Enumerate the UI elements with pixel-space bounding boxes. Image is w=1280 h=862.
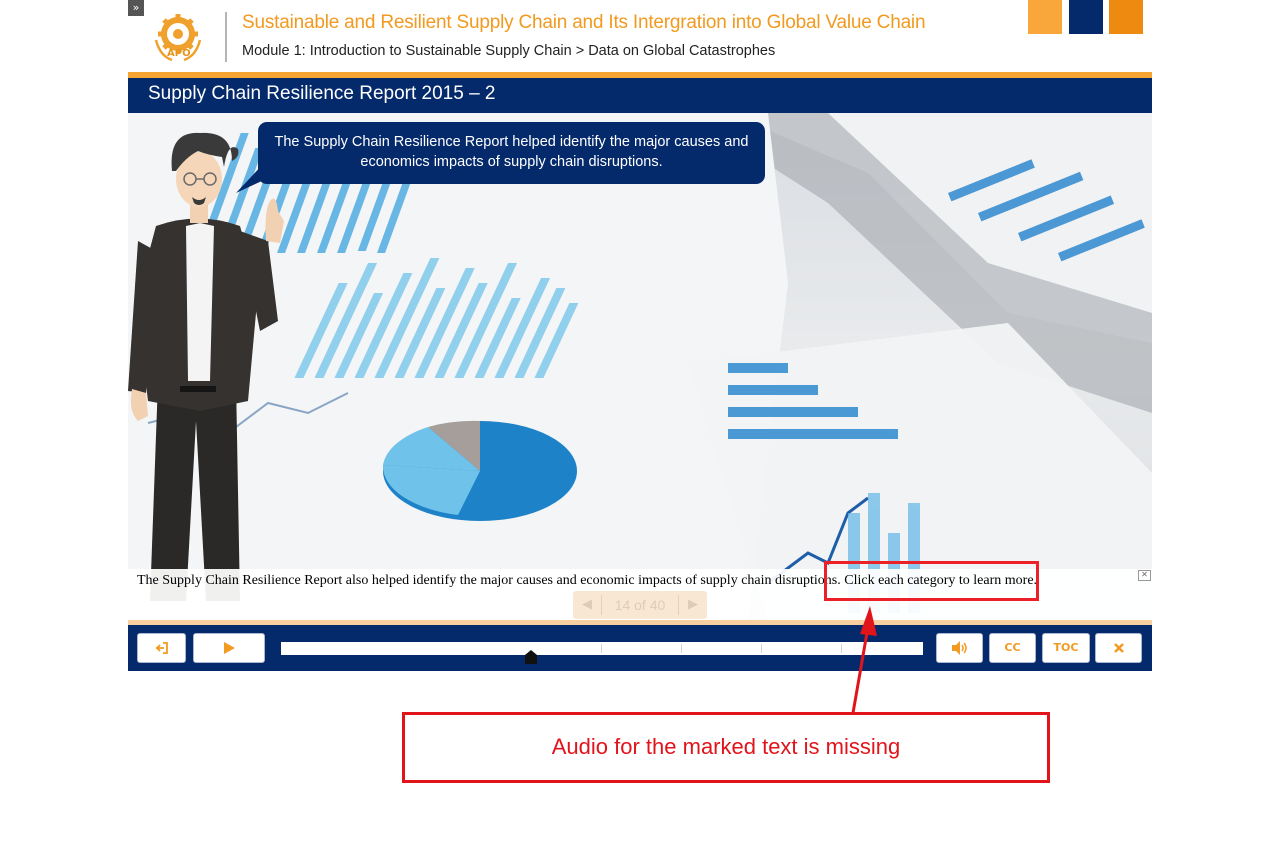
slide-title: Supply Chain Resilience Report 2015 – 2 xyxy=(148,83,496,104)
seek-bar-tick xyxy=(681,644,682,653)
annotation-callout: Audio for the marked text is missing xyxy=(402,712,1050,783)
closed-captions-button[interactable]: CC xyxy=(989,633,1036,663)
slide-stage: The Supply Chain Resilience Report helpe… xyxy=(128,113,1152,620)
logo-text: APO xyxy=(167,48,191,59)
play-icon xyxy=(224,642,235,654)
next-slide-button[interactable]: ▶ xyxy=(681,594,705,616)
brand-square-1 xyxy=(1028,0,1062,34)
seek-bar[interactable] xyxy=(281,642,923,655)
course-header: APO Sustainable and Resilient Supply Cha… xyxy=(128,0,1152,72)
speech-bubble: The Supply Chain Resilience Report helpe… xyxy=(258,122,765,184)
exit-button[interactable] xyxy=(137,633,186,663)
header-divider xyxy=(225,12,227,62)
breadcrumb: Module 1: Introduction to Sustainable Su… xyxy=(242,43,776,59)
seek-bar-tick xyxy=(601,644,602,653)
course-title: Sustainable and Resilient Supply Chain a… xyxy=(242,12,926,33)
seek-bar-tick xyxy=(761,644,762,653)
annotation-highlight-box xyxy=(824,561,1039,601)
close-course-button[interactable] xyxy=(1095,633,1142,663)
slide-pager: ◀ 14 of 40 ▶ xyxy=(573,591,707,619)
player-control-bar: CC TOC xyxy=(128,625,1152,671)
annotation-message: Audio for the marked text is missing xyxy=(551,734,901,759)
seek-bar-tick xyxy=(841,644,842,653)
caption-close-icon[interactable]: ✕ xyxy=(1138,570,1151,581)
volume-button[interactable] xyxy=(936,633,983,663)
slide-title-bar: Supply Chain Resilience Report 2015 – 2 xyxy=(128,78,1152,113)
brand-square-2 xyxy=(1069,0,1103,34)
brand-square-3 xyxy=(1109,0,1143,34)
play-button[interactable] xyxy=(193,633,265,663)
close-x-icon xyxy=(1113,643,1124,653)
presenter-character xyxy=(128,132,284,601)
previous-slide-button[interactable]: ◀ xyxy=(575,594,599,616)
slide-counter: 14 of 40 xyxy=(614,597,666,613)
seek-handle[interactable] xyxy=(524,650,538,664)
exit-icon xyxy=(155,642,168,654)
pager-separator xyxy=(678,595,679,615)
table-of-contents-button[interactable]: TOC xyxy=(1042,633,1090,663)
speaker-icon xyxy=(951,641,967,655)
